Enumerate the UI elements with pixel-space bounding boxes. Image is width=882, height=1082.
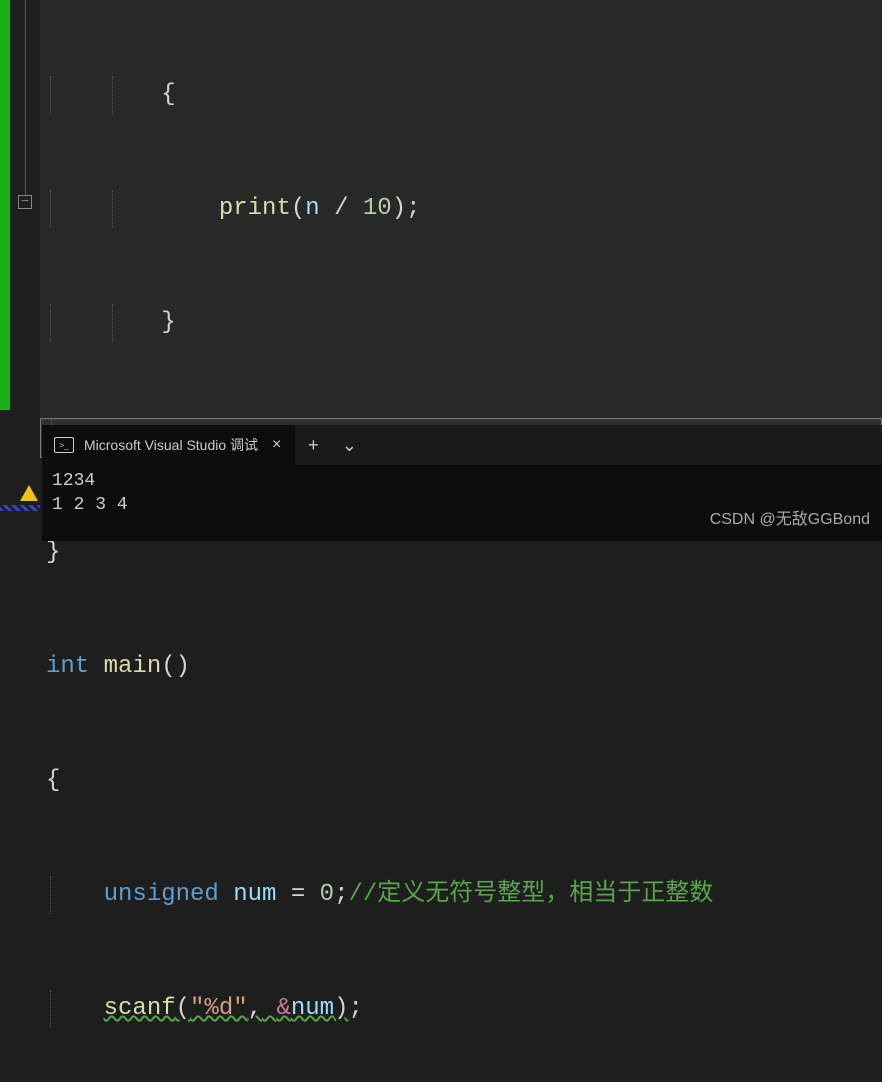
brace-open: { <box>161 81 175 108</box>
code-editor[interactable]: − { print(n / 10); } printf("%d ", n%10)… <box>0 0 882 420</box>
brace-open: { <box>46 767 60 794</box>
gutter: − <box>0 0 40 420</box>
close-icon[interactable]: × <box>268 432 285 458</box>
fold-column: − <box>10 0 40 420</box>
fn-print: print <box>219 195 291 222</box>
fn-main-decl: int main() <box>40 648 882 686</box>
warning-icon[interactable] <box>20 485 38 501</box>
new-tab-button[interactable]: + <box>295 425 331 465</box>
var-num: num <box>233 881 276 908</box>
fn-scanf: scanf <box>104 995 176 1022</box>
terminal-line-input: 1234 <box>52 469 872 493</box>
terminal-icon: >_ <box>54 437 74 453</box>
comment: //定义无符号整型，相当于正整数 <box>348 881 713 908</box>
chevron-down-icon: ⌄ <box>342 435 357 456</box>
tab-title: Microsoft Visual Studio 调试 <box>84 435 258 455</box>
brace-close: } <box>46 539 60 566</box>
brace-close: } <box>161 309 175 336</box>
format-string: "%d" <box>190 995 248 1022</box>
tab-dropdown-button[interactable]: ⌄ <box>331 425 367 465</box>
watermark: CSDN @无敌GGBond <box>710 505 870 529</box>
code-area[interactable]: { print(n / 10); } printf("%d ", n%10); … <box>40 0 882 420</box>
modified-marker <box>0 505 40 511</box>
fold-toggle[interactable]: − <box>18 195 32 209</box>
terminal-tab[interactable]: >_ Microsoft Visual Studio 调试 × <box>42 425 295 465</box>
var-n: n <box>305 195 319 222</box>
coverage-bar <box>0 0 10 410</box>
terminal-tab-bar: >_ Microsoft Visual Studio 调试 × + ⌄ <box>42 425 882 465</box>
